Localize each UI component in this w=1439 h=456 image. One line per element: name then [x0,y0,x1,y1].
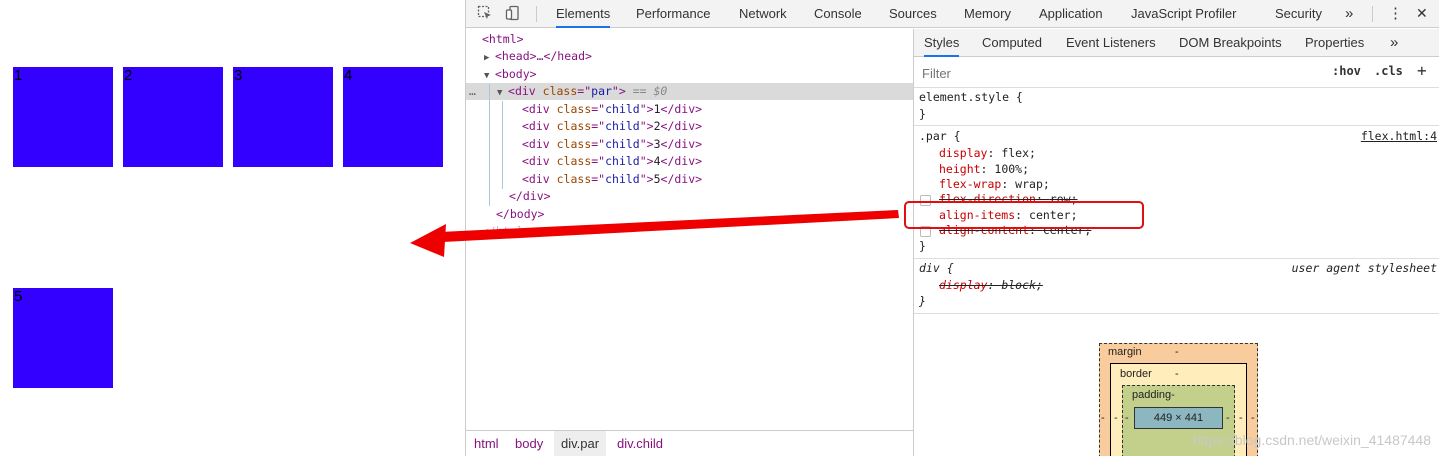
dom-node-child-3[interactable]: <div class="child">3</div> [522,136,702,153]
tab-dom-breakpoints[interactable]: DOM Breakpoints [1179,29,1282,57]
node-actions-ellipsis-icon[interactable]: … [469,83,497,100]
styles-filter-row: :hov .cls + [914,58,1439,88]
rule-selector[interactable]: .par { [919,128,961,144]
tab-sources[interactable]: Sources [889,0,937,28]
child-box-1: 1 [13,67,113,167]
padding-label: padding- [1132,389,1175,401]
css-property-height[interactable]: height: 100%; [939,161,1029,177]
element-style-rule: element.style { } [914,88,1439,126]
add-rule-icon[interactable]: + [1417,61,1427,80]
rule-close-brace: } [919,294,926,308]
dom-node-html[interactable]: <html> [482,31,524,48]
source-link[interactable]: flex.html:4 [1361,128,1437,144]
tab-javascript-profiler[interactable]: JavaScript Profiler [1131,0,1236,28]
dom-node-child-1[interactable]: <div class="child">1</div> [522,101,702,118]
breadcrumb-html[interactable]: html [467,431,506,456]
tab-network[interactable]: Network [739,0,787,28]
tab-properties[interactable]: Properties [1305,29,1364,57]
child-label: 3 [234,67,243,84]
devtools-tabbar: Elements Performance Network Console Sou… [466,0,1439,28]
inspect-element-icon[interactable] [476,5,494,23]
tab-event-listeners[interactable]: Event Listeners [1066,29,1156,57]
styles-sidebar: Styles Computed Event Listeners DOM Brea… [913,29,1439,456]
margin-right-value[interactable]: - [1251,412,1255,424]
tab-console[interactable]: Console [814,0,862,28]
dom-node-div-close[interactable]: </div> [509,188,551,205]
tree-guide-line [502,101,503,189]
annotation-highlight-box [904,201,1144,229]
more-tabs-icon[interactable]: » [1345,0,1353,28]
child-label: 1 [14,67,23,84]
par-rule: .par { flex.html:4 display: flex; height… [914,127,1439,259]
tab-security[interactable]: Security [1275,0,1322,28]
child-label: 4 [344,67,353,84]
dom-node-child-5[interactable]: <div class="child">5</div> [522,171,702,188]
border-left-value[interactable]: - [1114,412,1118,424]
border-right-value[interactable]: - [1239,412,1243,424]
toolbar-divider [536,6,537,22]
class-toggle[interactable]: .cls [1374,64,1403,78]
close-devtools-icon[interactable]: ✕ [1416,0,1428,28]
css-property-display: display: block; [939,278,1043,292]
margin-left-value[interactable]: - [1101,412,1105,424]
more-subtabs-icon[interactable]: » [1390,29,1398,57]
tab-computed[interactable]: Computed [982,29,1042,57]
child-box-2: 2 [123,67,223,167]
padding-left-value[interactable]: - [1125,412,1129,424]
styles-filter-input[interactable] [918,62,1322,84]
dom-node-child-2[interactable]: <div class="child">2</div> [522,118,702,135]
breadcrumb-div-child[interactable]: div.child [610,431,670,456]
rule-close-brace: } [919,239,926,253]
elements-tree: <html> ▶ <head>…</head> ▼ <body> … ▼ <div cl… [466,29,913,456]
page-viewport: 1 2 3 4 5 [0,0,465,456]
collapse-triangle-icon[interactable]: ▼ [497,85,508,102]
padding-right-value[interactable]: - [1226,412,1230,424]
child-label: 5 [14,288,23,305]
expand-triangle-icon[interactable]: ▶ [484,50,495,67]
watermark: https://blog.csdn.net/weixin_41487448 [1192,432,1431,448]
css-property-display[interactable]: display: flex; [939,145,1036,161]
hover-state-toggle[interactable]: :hov [1332,64,1361,78]
rule-close-brace: } [919,107,926,121]
breadcrumb: html body div.par div.child [466,430,913,456]
dom-node-child-4[interactable]: <div class="child">4</div> [522,153,702,170]
dom-node-body-close[interactable]: </body> [496,206,544,223]
styles-subtabs: Styles Computed Event Listeners DOM Brea… [914,29,1439,57]
toolbar-divider [1372,6,1373,22]
rule-selector[interactable]: element.style { [919,89,1023,105]
tab-performance[interactable]: Performance [636,0,710,28]
tab-styles[interactable]: Styles [924,29,960,57]
margin-label: margin [1108,346,1142,358]
tree-guide-line [489,84,490,206]
dom-node-par[interactable]: … ▼ <div class="par"> == $0 [469,83,667,100]
css-property-flex-wrap[interactable]: flex-wrap: wrap; [939,176,1050,192]
tab-memory[interactable]: Memory [964,0,1011,28]
kebab-menu-icon[interactable]: ⋮ [1388,0,1403,28]
child-box-3: 3 [233,67,333,167]
child-box-4: 4 [343,67,443,167]
child-box-5: 5 [13,288,113,388]
dom-node-head[interactable]: ▶ <head>…</head> [484,48,592,65]
border-label: border [1120,368,1152,380]
box-model-content[interactable]: 449 × 441 [1134,407,1223,429]
breadcrumb-div-par[interactable]: div.par [554,431,607,456]
border-value[interactable]: - [1175,368,1179,380]
dom-node-body[interactable]: ▼ <body> [484,66,537,83]
user-agent-source-label: user agent stylesheet [1291,261,1437,275]
device-toolbar-icon[interactable] [504,5,522,23]
breadcrumb-body[interactable]: body [508,431,550,456]
child-label: 2 [124,67,133,84]
tab-elements[interactable]: Elements [556,0,611,28]
rule-selector[interactable]: div { [919,260,954,276]
dom-node-html-close[interactable]: </html> [482,223,530,240]
tab-application[interactable]: Application [1039,0,1103,28]
div-ua-rule: div { user agent stylesheet display: blo… [914,260,1439,314]
margin-value[interactable]: - [1175,346,1179,358]
